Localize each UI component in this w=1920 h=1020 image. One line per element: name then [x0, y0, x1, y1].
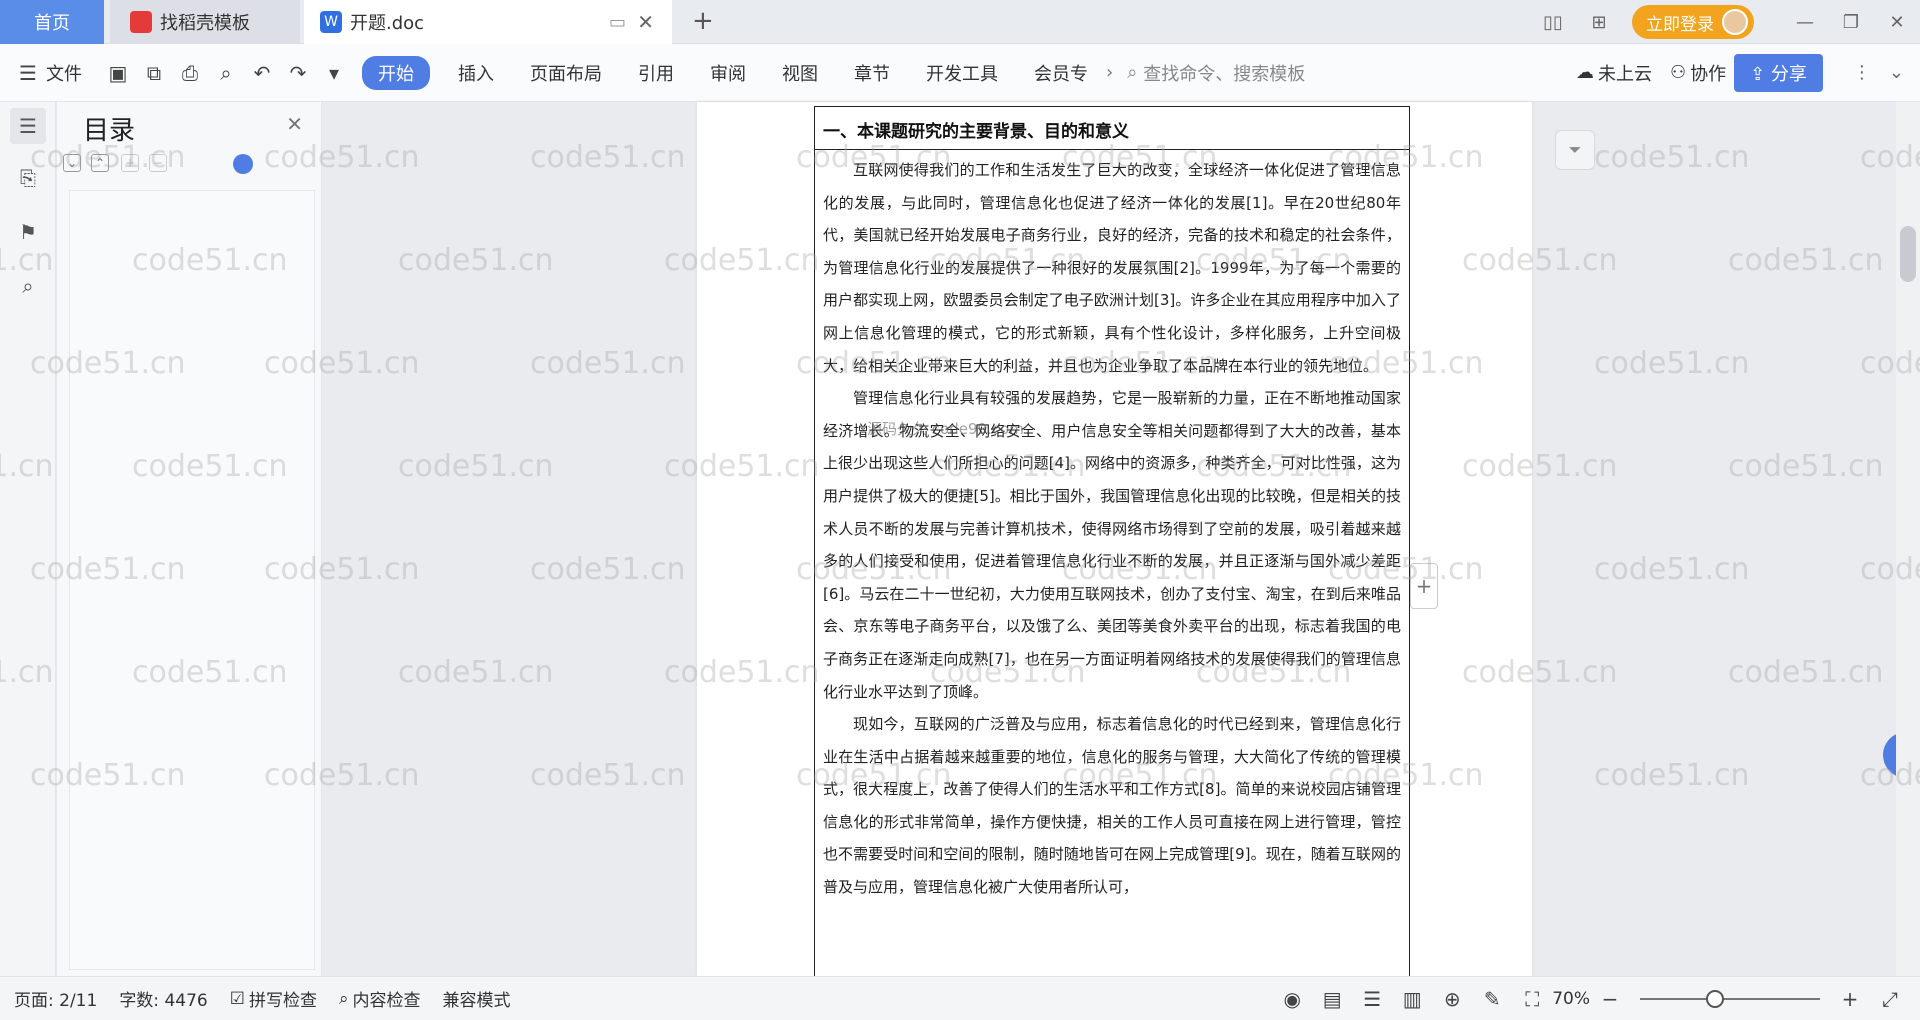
- tab-template[interactable]: 找稻壳模板: [110, 0, 300, 44]
- print-icon[interactable]: ⎙: [172, 61, 208, 85]
- redo-icon[interactable]: ↷: [280, 61, 316, 85]
- add-row-icon[interactable]: +: [1410, 563, 1438, 609]
- remove-level-icon[interactable]: −: [149, 154, 167, 172]
- navigation-icon[interactable]: ⎘: [10, 160, 46, 196]
- tab-document-label: 开题.doc: [350, 13, 425, 34]
- vertical-scrollbar[interactable]: [1896, 102, 1920, 976]
- fullscreen-icon[interactable]: ⤢: [1870, 987, 1910, 1011]
- paragraph[interactable]: 互联网使得我们的工作和生活发生了巨大的改变，全球经济一体化促进了管理信息化的发展…: [815, 154, 1409, 382]
- web-view-icon[interactable]: ⊕: [1432, 987, 1472, 1011]
- left-rail: ☰ ⎘ ⚑ ⌕: [0, 102, 56, 976]
- share-button[interactable]: ⇪ 分享: [1734, 53, 1823, 92]
- paragraph[interactable]: 现如今，互联网的广泛普及与应用，标志着信息化的时代已经到来，管理信息化行业在生活…: [815, 708, 1409, 904]
- layout-icon[interactable]: ▯▯: [1530, 12, 1576, 33]
- docer-logo-icon: [130, 11, 152, 33]
- export-icon[interactable]: ⧉: [136, 61, 172, 85]
- preview-icon[interactable]: ⌕: [208, 61, 244, 85]
- content-check-icon: ⌕: [338, 988, 349, 1009]
- tab-template-label: 找稻壳模板: [160, 13, 250, 34]
- menu-insert[interactable]: 插入: [440, 60, 512, 86]
- restore-icon[interactable]: ❐: [1828, 12, 1874, 33]
- document-canvas: 一、本课题研究的主要背景、目的和意义 互联网使得我们的工作和生活发生了巨大的改变…: [322, 102, 1896, 976]
- word-count[interactable]: 字数: 4476: [119, 986, 207, 1011]
- menu-references[interactable]: 引用: [620, 60, 692, 86]
- close-icon[interactable]: ✕: [286, 112, 303, 136]
- share-label: 分享: [1770, 63, 1807, 85]
- zoom-knob[interactable]: [1706, 989, 1724, 1008]
- cloud-status[interactable]: 未上云: [1598, 60, 1652, 86]
- filter-icon[interactable]: ⏷: [1555, 130, 1595, 170]
- zoom-slider[interactable]: [1640, 989, 1820, 1008]
- menu-view[interactable]: 视图: [764, 60, 836, 86]
- document-page: 一、本课题研究的主要背景、目的和意义 互联网使得我们的工作和生活发生了巨大的改变…: [697, 102, 1532, 976]
- tab-bar: 首页 找稻壳模板 W 开题.doc ▭ ✕ + ▯▯ ⊞ 立即登录 — ❐ ✕: [0, 0, 1920, 44]
- menu-review[interactable]: 审阅: [692, 60, 764, 86]
- zoom-level[interactable]: 70%: [1552, 989, 1590, 1009]
- find-icon[interactable]: ⌕: [10, 268, 46, 304]
- word-doc-icon: W: [320, 11, 342, 33]
- share-icon: ⇪: [1750, 63, 1771, 85]
- scroll-thumb[interactable]: [1900, 226, 1916, 282]
- fit-icon[interactable]: ⛶: [1512, 987, 1552, 1011]
- content-check-button[interactable]: 内容检查: [353, 986, 421, 1011]
- collab-button[interactable]: 协作: [1690, 60, 1726, 86]
- toc-panel-icon[interactable]: ☰: [10, 108, 46, 144]
- tab-document[interactable]: W 开题.doc ▭ ✕: [304, 0, 672, 44]
- save-icon[interactable]: ▣: [100, 61, 136, 85]
- compat-mode: 兼容模式: [442, 991, 511, 1011]
- login-button[interactable]: 立即登录: [1632, 5, 1754, 39]
- outline-view-icon[interactable]: ☰: [1352, 987, 1392, 1011]
- cloud-icon: ☁: [1575, 62, 1594, 83]
- bookmark-icon[interactable]: ⚑: [10, 214, 46, 250]
- window-close-icon[interactable]: ✕: [1874, 12, 1920, 33]
- menu-icon[interactable]: ☰: [10, 61, 46, 85]
- close-tab-icon[interactable]: ✕: [637, 10, 654, 34]
- new-tab-icon[interactable]: +: [692, 6, 714, 36]
- expand-all-icon[interactable]: ⌄: [63, 154, 81, 172]
- add-level-icon[interactable]: +: [121, 154, 139, 172]
- ribbon-toolbar: ☰ 文件 ▣ ⧉ ⎙ ⌕ ↶ ↷ ▾ 开始 插入 页面布局 引用 审阅 视图 章…: [0, 44, 1920, 102]
- menu-start[interactable]: 开始: [362, 55, 430, 90]
- eye-icon[interactable]: ◉: [1272, 987, 1312, 1011]
- minimize-icon[interactable]: —: [1782, 12, 1828, 33]
- section-heading: 一、本课题研究的主要背景、目的和意义: [815, 107, 1409, 150]
- menu-chapter[interactable]: 章节: [836, 60, 908, 86]
- menu-member[interactable]: 会员专: [1016, 60, 1106, 86]
- file-menu[interactable]: 文件: [46, 60, 82, 86]
- collab-icon: ⚇: [1669, 62, 1687, 83]
- read-view-icon[interactable]: ▥: [1392, 987, 1432, 1011]
- spellcheck-icon: ☑: [229, 988, 245, 1009]
- avatar: [1722, 9, 1748, 35]
- zoom-in-icon[interactable]: +: [1830, 987, 1870, 1011]
- tab-home-label: 首页: [34, 13, 70, 34]
- collapse-ribbon-icon[interactable]: ⌄: [1889, 62, 1904, 83]
- toc-list: [69, 190, 315, 970]
- search-placeholder: 查找命令、搜索模板: [1143, 63, 1306, 85]
- apps-grid-icon[interactable]: ⊞: [1576, 12, 1622, 33]
- toc-title: 目录: [83, 116, 136, 146]
- spellcheck-button[interactable]: 拼写检查: [249, 986, 317, 1011]
- document-table: 一、本课题研究的主要背景、目的和意义 互联网使得我们的工作和生活发生了巨大的改变…: [814, 106, 1410, 976]
- more-icon[interactable]: ▾: [316, 61, 352, 85]
- menu-page-layout[interactable]: 页面布局: [512, 60, 620, 86]
- overlay-watermark: 源码久久 code99.com: [867, 420, 1024, 438]
- menu-developer[interactable]: 开发工具: [908, 60, 1016, 86]
- screen-icon[interactable]: ▭: [609, 12, 626, 33]
- tab-home[interactable]: 首页: [0, 0, 104, 44]
- status-bar: 页面: 2/11 字数: 4476 ☑ 拼写检查 ⌕ 内容检查 兼容模式 ◉ ▤…: [0, 976, 1920, 1020]
- command-search[interactable]: ⌕ 查找命令、搜索模板: [1127, 60, 1457, 86]
- search-icon: ⌕: [1127, 62, 1138, 83]
- undo-icon[interactable]: ↶: [244, 61, 280, 85]
- chevron-right-icon[interactable]: ›: [1106, 62, 1113, 83]
- more-options-icon[interactable]: ⋮: [1853, 62, 1871, 83]
- collapse-all-icon[interactable]: ⌃: [91, 154, 109, 172]
- page-count[interactable]: 页面: 2/11: [14, 986, 97, 1011]
- edit-icon[interactable]: ✎: [1472, 987, 1512, 1011]
- page-view-icon[interactable]: ▤: [1312, 987, 1352, 1011]
- login-label: 立即登录: [1646, 14, 1714, 35]
- zoom-out-icon[interactable]: −: [1590, 987, 1630, 1011]
- toc-panel: 目录 ✕ ⌄ ⌃ + −: [57, 102, 322, 976]
- ai-assist-icon[interactable]: [233, 154, 253, 174]
